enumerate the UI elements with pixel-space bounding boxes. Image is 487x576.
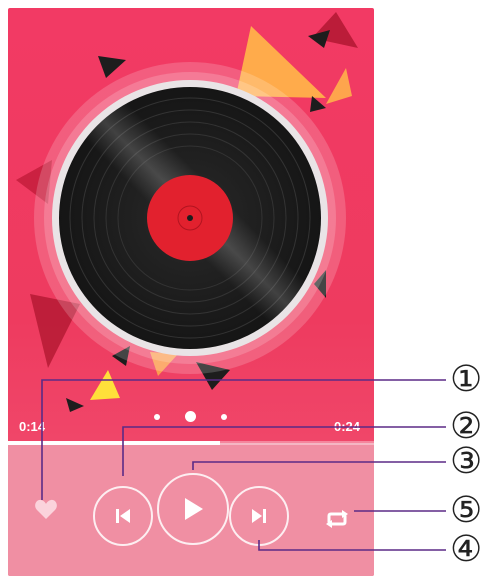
progress-bar[interactable] — [8, 441, 374, 445]
triangle-red-left — [16, 160, 52, 204]
page-dot-2-active[interactable] — [185, 411, 196, 422]
vinyl-record — [34, 62, 346, 374]
play-icon — [185, 498, 203, 520]
skip-next-icon — [252, 509, 266, 523]
triangle-black-bottom-left — [66, 398, 84, 412]
progress-fill — [8, 441, 221, 445]
next-button[interactable] — [229, 486, 289, 546]
heart-icon — [35, 499, 57, 519]
triangle-yellow-small — [326, 68, 352, 104]
play-button[interactable] — [157, 473, 229, 545]
triangle-yellow-bottom-2 — [150, 352, 178, 376]
triangle-dark-red-top — [312, 12, 358, 48]
triangle-black-bottom — [196, 362, 230, 390]
triangle-black-right — [310, 96, 326, 112]
callout-1: ① — [450, 359, 483, 400]
previous-button[interactable] — [93, 486, 153, 546]
triangle-yellow-large — [236, 26, 326, 98]
elapsed-time: 0:14 — [19, 419, 46, 434]
total-time: 0:24 — [334, 419, 361, 434]
triangle-black-side — [314, 270, 326, 298]
page-dot-1[interactable] — [154, 414, 160, 420]
triangle-yellow-bottom — [90, 370, 120, 400]
page-indicator — [148, 406, 238, 426]
triangle-black-bottom-2 — [112, 346, 130, 366]
repeat-icon — [326, 510, 348, 528]
callout-5: ⑤ — [450, 490, 483, 531]
triangle-black-top-right — [308, 30, 330, 48]
callout-4: ④ — [450, 529, 483, 570]
callout-3: ③ — [450, 441, 483, 482]
repeat-button[interactable] — [323, 509, 351, 529]
music-player-screen: 0:14 0:24 — [8, 8, 374, 576]
page-dot-3[interactable] — [221, 414, 227, 420]
decorative-triangles — [16, 12, 358, 412]
record-label — [147, 175, 233, 261]
skip-previous-icon — [116, 509, 130, 523]
triangle-black-top-left — [98, 56, 126, 78]
favorite-button[interactable] — [34, 498, 58, 520]
triangle-red-bottom-left — [30, 294, 80, 368]
callout-2: ② — [450, 406, 483, 447]
